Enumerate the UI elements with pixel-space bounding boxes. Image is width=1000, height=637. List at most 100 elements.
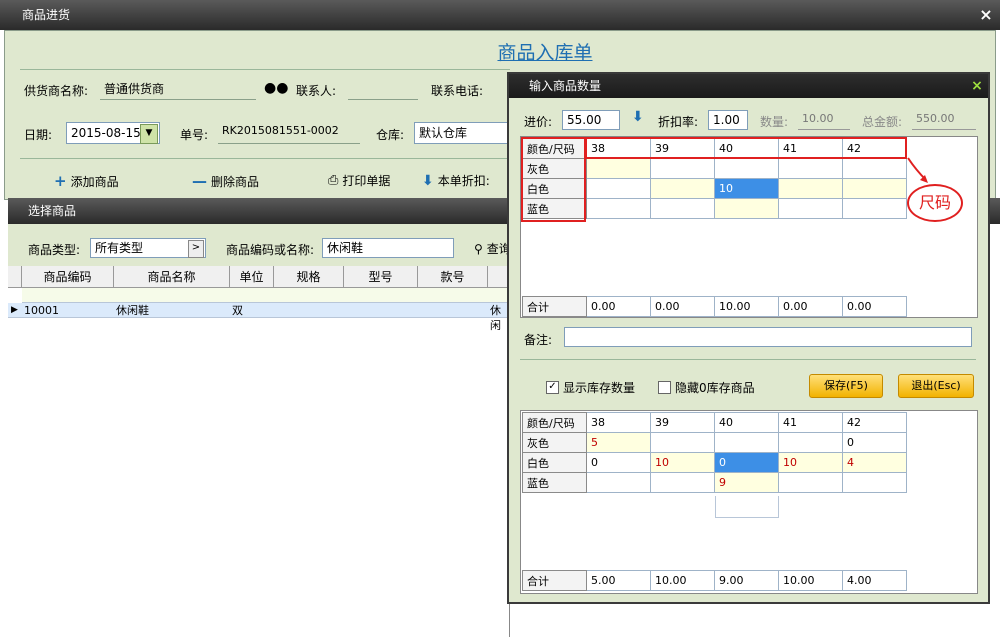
remark-input[interactable]	[564, 327, 972, 347]
table-row[interactable]: ▶ 10001 休闲鞋 双 休闲	[8, 303, 510, 332]
warehouse-select[interactable]: 默认仓库	[414, 122, 510, 144]
warehouse-label: 仓库:	[376, 128, 405, 142]
type-select[interactable]: 所有类型 >	[90, 238, 206, 258]
discount-rate-input[interactable]: 1.00	[708, 110, 748, 130]
qty-cell[interactable]	[650, 178, 715, 199]
sum-cell: 10.00	[650, 570, 715, 591]
qty-cell[interactable]	[778, 158, 843, 179]
price-label: 进价:	[524, 115, 553, 129]
search-icon: ⚲	[474, 241, 483, 256]
qty-cell[interactable]	[778, 198, 843, 219]
add-product-label: 添加商品	[70, 174, 119, 189]
search-button[interactable]: ⚲ 查询	[474, 240, 511, 257]
total-label: 总金额:	[862, 115, 903, 129]
supplier-label: 供货商名称:	[24, 84, 89, 98]
qty-cell[interactable]	[586, 158, 651, 179]
select-window-title: 选择商品	[28, 204, 77, 218]
arrow-down-icon[interactable]: ⬇	[632, 109, 644, 125]
col-header-name[interactable]: 商品名称	[114, 266, 230, 288]
arrow-down-icon: ⬇	[422, 172, 434, 189]
color-label: 灰色	[522, 432, 587, 453]
save-button[interactable]: 保存(F5)	[809, 374, 883, 398]
code-label: 商品编码或名称:	[226, 243, 315, 257]
sum-cell: 0.00	[778, 296, 843, 317]
order-no-field: RK2015081551-0002	[218, 124, 360, 144]
qty-cell[interactable]	[586, 198, 651, 219]
qty-cell[interactable]	[842, 178, 907, 199]
contact-field[interactable]	[348, 80, 418, 100]
supplier-field[interactable]: 普通供货商	[100, 80, 256, 100]
col-header-style[interactable]: 款号	[418, 266, 488, 288]
qty-cell[interactable]	[842, 158, 907, 179]
stock-row-white: 白色 0 10 0 10 4	[522, 452, 907, 473]
size-header: 42	[842, 412, 907, 433]
stock-extra-cell	[715, 496, 779, 518]
qty-cell[interactable]	[714, 198, 779, 219]
delete-product-button[interactable]: — 删除商品	[192, 172, 259, 190]
binoculars-icon[interactable]: ●●	[264, 80, 288, 96]
qty-readout: 10.00	[798, 110, 850, 130]
remark-divider	[520, 359, 976, 360]
stock-cell	[650, 472, 715, 493]
col-header-unit[interactable]: 单位	[230, 266, 274, 288]
qty-cell[interactable]	[714, 158, 779, 179]
chevron-right-icon[interactable]: >	[188, 240, 204, 258]
qty-dialog-title: 输入商品数量	[529, 79, 602, 93]
main-close-button[interactable]: ×	[972, 0, 1000, 30]
qty-cell[interactable]	[586, 178, 651, 199]
size-header: 41	[778, 412, 843, 433]
remark-label: 备注:	[524, 333, 553, 347]
sum-label: 合计	[522, 296, 587, 317]
total-readout: 550.00	[912, 110, 976, 130]
size-header: 39	[650, 412, 715, 433]
col-header-model[interactable]: 型号	[344, 266, 418, 288]
color-size-header: 颜色/尺码	[522, 412, 587, 433]
select-window-titlebar: 选择商品	[8, 198, 510, 224]
col-header-spec[interactable]: 规格	[274, 266, 344, 288]
stock-cell: 0	[842, 432, 907, 453]
type-label: 商品类型:	[28, 243, 81, 257]
hide-zero-checkbox[interactable]: 隐藏0库存商品	[658, 379, 755, 396]
size-highlight-box	[585, 137, 907, 159]
chevron-down-icon[interactable]: ▼	[140, 124, 158, 144]
discount-control[interactable]: ⬇ 本单折扣:	[422, 172, 490, 189]
exit-button[interactable]: 退出(Esc)	[898, 374, 974, 398]
title-underline	[20, 69, 510, 70]
qty-cell[interactable]	[650, 158, 715, 179]
date-picker[interactable]: 2015-08-15 ▼	[66, 122, 160, 144]
type-value: 所有类型	[95, 241, 144, 255]
price-input[interactable]: 55.00	[562, 110, 620, 130]
add-product-button[interactable]: + 添加商品	[54, 172, 119, 190]
qty-cell[interactable]	[650, 198, 715, 219]
discount-rate-label: 折扣率:	[658, 115, 699, 129]
sum-cell: 5.00	[586, 570, 651, 591]
sum-cell: 0.00	[650, 296, 715, 317]
qty-label: 数量:	[760, 115, 789, 129]
order-no-label: 单号:	[180, 128, 209, 142]
filter-row[interactable]	[22, 288, 510, 303]
row-pointer-icon: ▶	[11, 305, 18, 315]
show-stock-checkbox[interactable]: ✓ 显示库存数量	[546, 379, 635, 396]
qty-close-button[interactable]: ×	[968, 74, 986, 98]
print-button[interactable]: ⎙ 打印单据	[328, 172, 390, 189]
color-label: 蓝色	[522, 472, 587, 493]
qty-cell[interactable]	[778, 178, 843, 199]
stock-cell	[842, 472, 907, 493]
stock-grid: 颜色/尺码 38 39 40 41 42 灰色 5 0 白色 0 10 0 10…	[522, 412, 907, 493]
size-header: 40	[714, 412, 779, 433]
stock-cell: 9	[714, 472, 779, 493]
stock-cell: 4	[842, 452, 907, 473]
cell-unit: 双	[232, 304, 243, 317]
sum-cell: 0.00	[842, 296, 907, 317]
stock-cell: 10	[650, 452, 715, 473]
stock-size-header-row: 颜色/尺码 38 39 40 41 42	[522, 412, 907, 433]
code-input[interactable]: 休闲鞋	[322, 238, 454, 258]
sum-cell: 4.00	[842, 570, 907, 591]
qty-dialog-titlebar: 输入商品数量	[509, 74, 988, 98]
qty-cell-selected[interactable]: 10	[714, 178, 779, 199]
col-header-code[interactable]: 商品编码	[22, 266, 114, 288]
date-value: 2015-08-15	[71, 126, 141, 140]
stock-cell	[714, 432, 779, 453]
contact-label: 联系人:	[296, 84, 337, 98]
qty-cell[interactable]	[842, 198, 907, 219]
